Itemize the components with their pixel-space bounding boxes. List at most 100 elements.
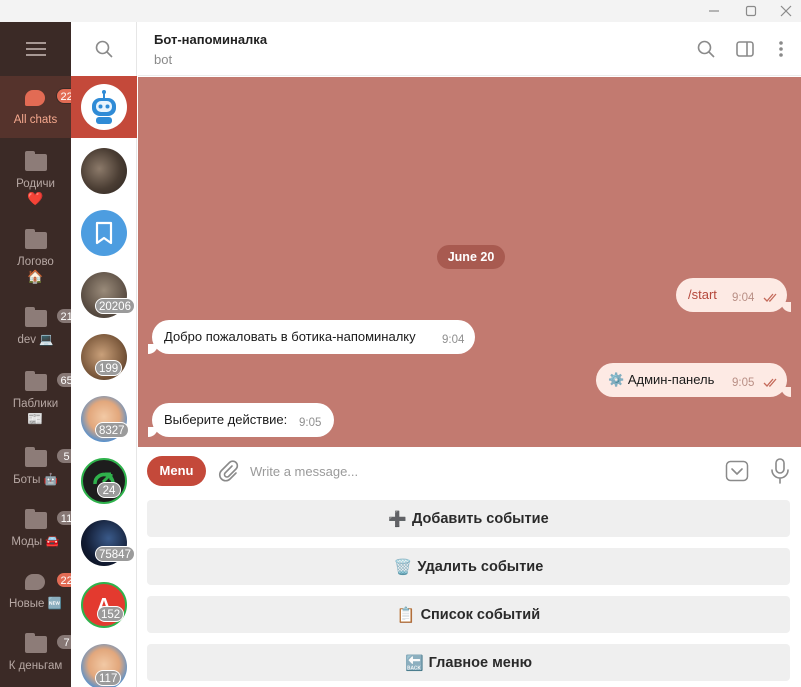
folder-dev[interactable]: 21 dev 💻 [0,296,78,356]
read-ticks-icon [763,293,777,302]
folder-label: Паблики [12,398,59,410]
chat-item[interactable]: 20206 [71,264,137,326]
button-label: Главное меню [428,654,532,671]
folder-icon: 65 [23,370,78,394]
folder-mods[interactable]: 11 Моды 🚘 [0,498,78,558]
message-time: 9:05 [299,417,322,429]
main-menu-button[interactable]: 🔙 Главное меню [147,644,790,681]
button-label: Добавить событие [412,510,549,527]
gear-icon: ⚙️ [608,372,625,387]
maximize-icon[interactable] [735,0,767,22]
sidebar-toggle-icon[interactable] [732,36,758,62]
message-text: Добро пожаловать в ботика-напоминалку [164,329,416,344]
chat-item[interactable]: A 152 [71,574,137,636]
unread-count: 8327 [95,422,129,438]
message-area[interactable]: June 20 /start 9:04 Добро пожаловать в б… [138,77,801,447]
chat-item[interactable]: 75847 [71,512,137,574]
bot-keyboard-toggle-icon[interactable] [725,459,749,483]
robot-avatar [81,84,127,130]
chat-header: Бот-напоминалка bot [138,22,801,76]
incoming-message[interactable]: Выберите действие: 9:05 [148,403,334,437]
chat-list: 20206 199 8327 24 75847 A 152 117 [71,22,137,687]
unread-count: 75847 [95,546,135,562]
folder-icon: 5 [23,446,78,470]
folder-rodichi[interactable]: Родичи ❤️ [0,140,71,214]
window-titlebar [0,0,801,22]
folder-label: К деньгам [8,660,63,672]
folder-to-money[interactable]: 7 К деньгам [0,622,78,682]
memoji-avatar: 117 [81,644,127,687]
back-arrow-icon: 🔙 [404,654,424,672]
clipboard-icon: 📋 [396,606,416,624]
memoji-avatar: 8327 [81,396,129,442]
folder-label: Логово [17,256,54,268]
unread-count: 152 [97,606,125,622]
letter-a-avatar: A 152 [81,582,127,628]
folder-label: Боты 🤖 [13,474,58,486]
chat-item-bot-reminder[interactable] [71,76,137,138]
event-list-button[interactable]: 📋 Список событий [147,596,790,633]
folder-icon: 7 [23,632,78,656]
chats-icon: 229 [23,86,84,110]
hamburger-menu-icon[interactable] [0,22,71,76]
folder-label: Родичи [16,178,55,190]
date-separator: June 20 [437,245,505,269]
chat-item[interactable]: 8327 [71,388,137,450]
chat-title: Бот-напоминалка [154,32,268,47]
folder-label: Новые 🆕 [8,598,62,610]
folder-logovo[interactable]: Логово 🏠 [0,218,71,292]
minimize-icon[interactable] [698,0,730,22]
message-composer: Menu [138,447,801,495]
cat-avatar: 20206 [81,272,135,318]
folder-icon [23,228,49,252]
outgoing-message[interactable]: ⚙️ Админ-панель 9:05 [596,363,791,397]
search-icon[interactable] [71,22,137,76]
bookmark-icon [81,210,127,256]
folder-all-chats[interactable]: 229 All chats [0,76,84,138]
message-time: 9:04 [732,292,755,304]
folder-label: All chats [13,114,58,126]
message-time: 9:05 [732,377,755,389]
more-options-icon[interactable] [768,36,794,62]
folder-label: Моды 🚘 [11,536,60,548]
chat-item[interactable]: 199 [71,326,137,388]
unread-count: 24 [97,482,121,498]
microphone-icon[interactable] [768,457,792,485]
bot-keyboard: ➕ Добавить событие 🗑️ Удалить событие 📋 … [138,495,801,687]
plus-icon: ➕ [388,510,408,528]
cat-avatar: 199 [81,334,127,380]
add-event-button[interactable]: ➕ Добавить событие [147,500,790,537]
photo-avatar [81,148,127,194]
incoming-message[interactable]: Добро пожаловать в ботика-напоминалку 9:… [148,320,475,354]
message-input[interactable] [250,457,710,485]
folder-publics[interactable]: 65 Паблики 📰 [0,360,78,432]
folder-label: dev 💻 [17,334,54,346]
chat-item[interactable]: 117 [71,636,137,687]
unread-count: 199 [95,360,123,376]
chat-item-saved-messages[interactable] [71,202,137,264]
chat-item[interactable]: 24 [71,450,137,512]
folder-icon: 11 [23,508,78,532]
folder-emoji: ❤️ [27,191,44,206]
bot-menu-button[interactable]: Menu [147,456,206,486]
button-label: Список событий [420,606,541,623]
chat-item[interactable] [71,140,137,202]
delete-event-button[interactable]: 🗑️ Удалить событие [147,548,790,585]
unread-count: 20206 [95,298,135,314]
logo-avatar: 24 [81,458,127,504]
chats-icon: 229 [23,570,84,594]
message-text[interactable]: /start [688,287,717,302]
button-label: Удалить событие [417,558,544,575]
folder-bots[interactable]: 5 Боты 🤖 [0,436,78,496]
space-avatar: 75847 [81,520,135,566]
attach-icon[interactable] [216,459,240,483]
read-ticks-icon [763,378,777,387]
message-text: ⚙️ Админ-панель [608,372,715,387]
folder-rail: 229 All chats Родичи ❤️ Логово 🏠 21 dev … [0,22,84,687]
message-time: 9:04 [442,334,465,346]
search-icon[interactable] [693,36,719,62]
outgoing-message[interactable]: /start 9:04 [676,278,791,312]
close-icon[interactable] [770,0,801,22]
message-text: Выберите действие: [164,412,288,427]
folder-new[interactable]: 229 Новые 🆕 [0,560,84,620]
